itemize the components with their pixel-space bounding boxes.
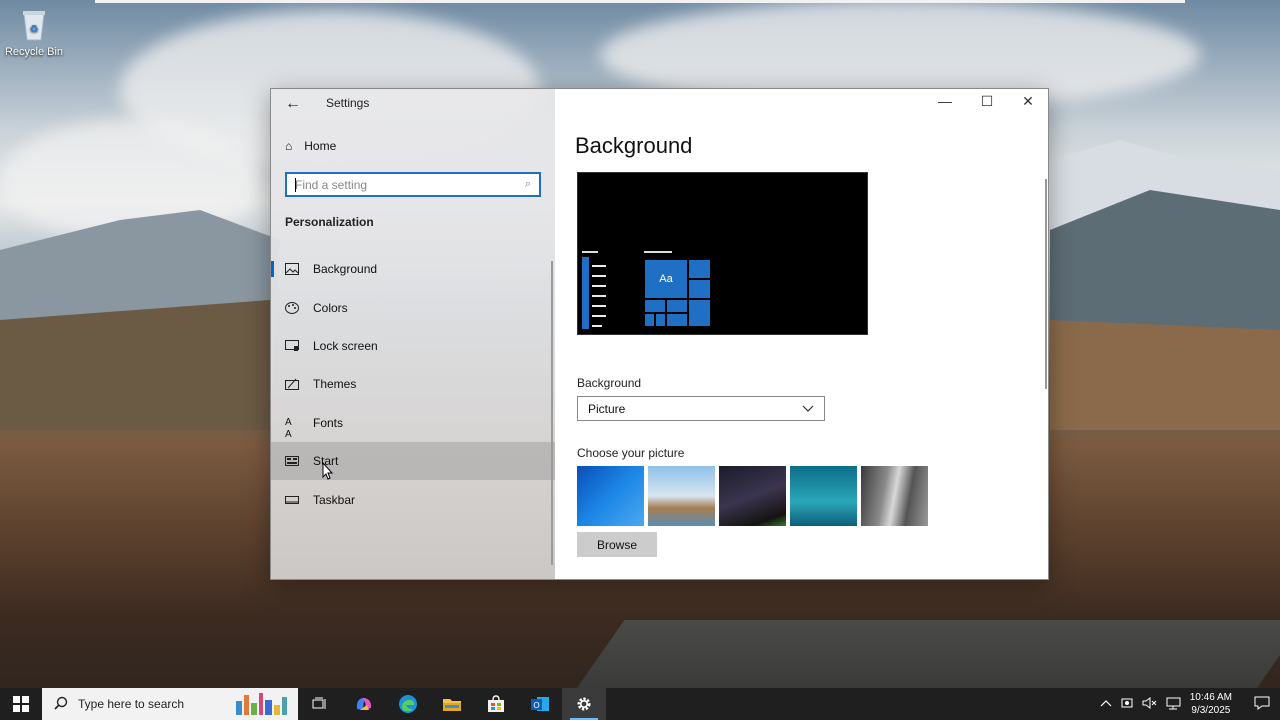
copilot-icon xyxy=(356,698,372,710)
maximize-button[interactable]: ☐ xyxy=(972,93,1002,110)
image-icon xyxy=(285,263,299,276)
chevron-down-icon xyxy=(802,402,814,416)
sidebar-item-taskbar[interactable]: Taskbar xyxy=(271,480,555,518)
picture-thumbnail[interactable] xyxy=(648,466,715,526)
search-icon: ⌕ xyxy=(524,178,531,190)
picture-thumbnails xyxy=(577,466,928,526)
fonts-icon: A A xyxy=(285,416,292,440)
settings-taskbar-button[interactable] xyxy=(562,688,606,720)
home-icon: ⌂ xyxy=(285,139,293,153)
preview-tile-text: Aa xyxy=(644,259,688,299)
mouse-cursor-icon xyxy=(322,462,334,480)
picture-thumbnail[interactable] xyxy=(577,466,644,526)
sidebar-scrollbar[interactable] xyxy=(551,261,553,565)
content-scrollbar[interactable] xyxy=(1045,179,1047,389)
sidebar-item-colors[interactable]: Colors xyxy=(271,288,555,326)
store-button[interactable] xyxy=(474,688,518,720)
personalization-nav: Background Colors Lock screen Themes A A… xyxy=(271,250,555,519)
page-title: Background xyxy=(575,133,693,158)
themes-icon xyxy=(285,378,299,391)
settings-content: — ☐ ✕ Background Aa Background Picture C… xyxy=(555,89,1048,579)
text-caret xyxy=(295,178,296,192)
task-view-button[interactable] xyxy=(298,688,342,720)
start-icon xyxy=(285,455,299,467)
choose-picture-label: Choose your picture xyxy=(577,446,685,460)
sidebar-item-background[interactable]: Background xyxy=(271,250,555,288)
sidebar-item-themes[interactable]: Themes xyxy=(271,365,555,403)
palette-icon xyxy=(285,301,299,314)
outlook-icon: O xyxy=(531,697,549,711)
meet-now-icon[interactable] xyxy=(1120,696,1134,713)
nav-home-label: Home xyxy=(304,139,337,153)
road xyxy=(575,620,1280,690)
recycle-bin-icon: ♻ xyxy=(18,6,50,42)
search-placeholder: Find a setting xyxy=(295,177,368,192)
taskbar-search-box[interactable]: Type here to search xyxy=(42,688,298,720)
sidebar-item-lock-screen[interactable]: Lock screen xyxy=(271,327,555,365)
nav-home[interactable]: ⌂ Home xyxy=(285,139,336,153)
preview-tiles-header xyxy=(644,251,672,253)
folder-icon xyxy=(443,699,461,711)
network-icon[interactable] xyxy=(1166,696,1182,713)
dropdown-value: Picture xyxy=(588,401,626,416)
section-title: Personalization xyxy=(285,215,374,229)
close-button[interactable]: ✕ xyxy=(1013,93,1043,110)
gear-icon xyxy=(577,697,591,711)
sidebar-item-label: Themes xyxy=(313,377,357,392)
recycle-bin-shortcut[interactable]: ♻ Recycle Bin xyxy=(4,6,64,58)
sidebar-item-fonts[interactable]: A A Fonts xyxy=(271,404,555,442)
task-view-icon xyxy=(312,697,326,709)
sidebar-item-label: Background xyxy=(313,262,378,277)
preview-start-menu xyxy=(582,251,609,329)
sidebar-item-start[interactable]: Start xyxy=(271,441,555,481)
copilot-button[interactable] xyxy=(342,688,386,720)
window-title: Settings xyxy=(326,96,370,110)
picture-thumbnail[interactable] xyxy=(861,466,928,526)
search-icon xyxy=(54,696,68,713)
edge-button[interactable] xyxy=(386,688,430,720)
file-explorer-button[interactable] xyxy=(430,688,474,720)
back-arrow-icon[interactable]: ← xyxy=(285,95,301,113)
minimize-button[interactable]: — xyxy=(930,93,960,109)
taskbar: Type here to search O 10:46 AM 9/3/2025 xyxy=(0,688,1280,720)
clock-time: 10:46 AM xyxy=(1189,692,1232,703)
clock[interactable]: 10:46 AM 9/3/2025 xyxy=(1190,691,1232,717)
top-strip xyxy=(95,0,1185,3)
settings-sidebar: ← Settings ⌂ Home Find a setting ⌕ Perso… xyxy=(271,89,555,579)
background-type-dropdown[interactable]: Picture xyxy=(577,396,825,421)
edge-icon xyxy=(399,695,417,713)
notifications-icon[interactable] xyxy=(1254,696,1270,713)
chevron-up-icon[interactable] xyxy=(1100,698,1112,710)
preview-tiles: Aa xyxy=(644,259,711,327)
taskbar-icon xyxy=(285,494,299,506)
lock-screen-icon xyxy=(285,339,299,352)
desktop-preview: Aa xyxy=(577,172,868,335)
taskbar-search-placeholder: Type here to search xyxy=(78,697,185,711)
system-tray: 10:46 AM 9/3/2025 xyxy=(1100,688,1280,720)
browse-button[interactable]: Browse xyxy=(577,532,657,557)
search-highlight-icon xyxy=(236,693,287,715)
picture-thumbnail[interactable] xyxy=(790,466,857,526)
background-label: Background xyxy=(577,376,642,390)
settings-window: ← Settings ⌂ Home Find a setting ⌕ Perso… xyxy=(270,88,1049,580)
find-setting-input[interactable]: Find a setting ⌕ xyxy=(285,172,541,197)
picture-thumbnail[interactable] xyxy=(719,466,786,526)
svg-text:♻: ♻ xyxy=(30,24,39,35)
start-button[interactable] xyxy=(0,688,42,720)
sidebar-item-label: Lock screen xyxy=(313,338,378,353)
store-icon xyxy=(488,695,504,712)
sidebar-item-label: Fonts xyxy=(313,415,344,430)
recycle-bin-label: Recycle Bin xyxy=(4,46,64,58)
svg-text:O: O xyxy=(533,701,539,710)
clock-date: 9/3/2025 xyxy=(1191,705,1231,716)
sidebar-item-label: Taskbar xyxy=(313,492,356,507)
volume-muted-icon[interactable] xyxy=(1142,696,1158,713)
outlook-button[interactable]: O xyxy=(518,688,562,720)
windows-logo-icon xyxy=(13,696,29,712)
sidebar-item-label: Colors xyxy=(313,300,348,315)
